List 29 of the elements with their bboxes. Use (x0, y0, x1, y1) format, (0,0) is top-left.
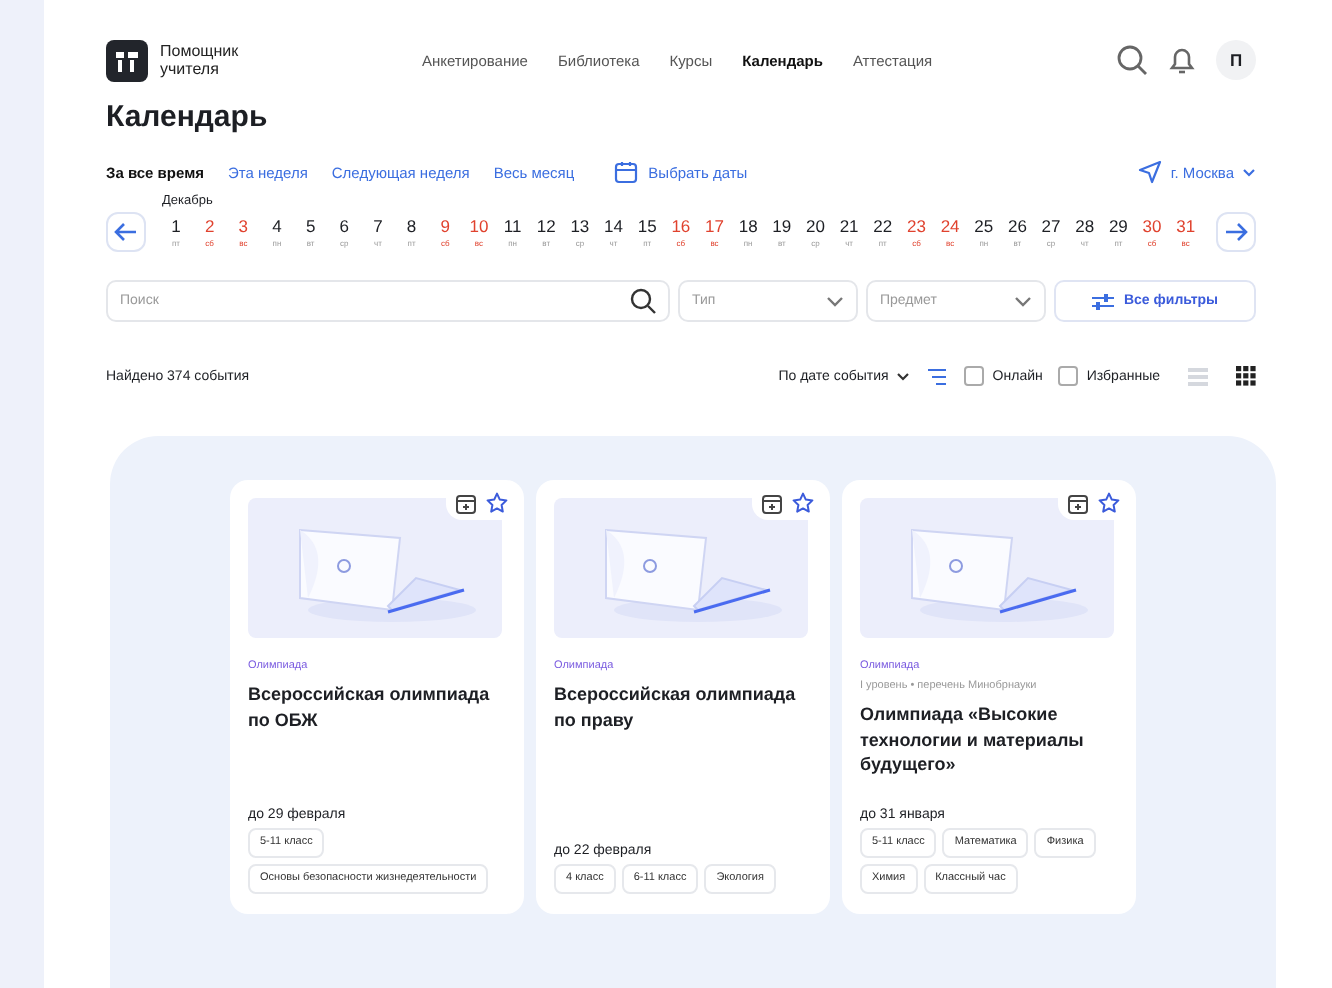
calendar-add-icon[interactable] (762, 493, 782, 513)
next-button[interactable] (1216, 212, 1256, 252)
previous-button[interactable] (106, 212, 146, 252)
card-title: Всероссийская олимпиада по праву (554, 682, 798, 732)
logo-text: Помощник учителя (160, 42, 241, 78)
chevron-down-icon (826, 295, 844, 307)
card-title: Олимпиада «Высокие технологии и материалы будущего» (860, 702, 1086, 777)
calendar-add-icon[interactable] (456, 493, 476, 513)
logo-icon (106, 39, 148, 81)
chevron-down-icon (1014, 295, 1032, 307)
arrow-left-icon (114, 222, 138, 242)
star-icon[interactable] (1098, 492, 1120, 514)
calendar-add-icon[interactable] (1068, 493, 1088, 513)
star-icon[interactable] (792, 492, 814, 514)
bell-icon[interactable] (1166, 44, 1198, 76)
avatar[interactable]: П (1216, 40, 1256, 80)
location-arrow-icon (1138, 160, 1163, 184)
page-title: Календарь (106, 100, 270, 134)
search-icon (630, 288, 656, 314)
sliders-icon (1091, 291, 1114, 311)
chevron-down-icon (896, 371, 911, 381)
search-icon[interactable] (1116, 44, 1148, 76)
arrow-right-icon (1224, 222, 1248, 242)
chevron-down-icon (1242, 167, 1256, 177)
card-title: Всероссийская олимпиада по ОБЖ (248, 682, 492, 732)
sort-order-icon[interactable] (926, 367, 949, 385)
grid-view-icon[interactable] (1236, 366, 1256, 386)
star-icon[interactable] (486, 492, 508, 514)
calendar-icon (614, 160, 639, 184)
